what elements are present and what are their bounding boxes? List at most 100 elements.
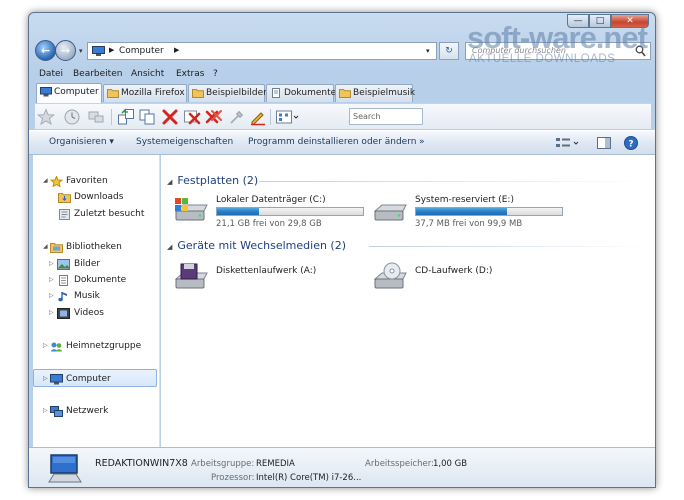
menu-datei[interactable]: Datei xyxy=(39,69,63,79)
properties-icon[interactable] xyxy=(228,108,246,126)
menu-ansicht[interactable]: Ansicht xyxy=(131,69,164,79)
processor-value: Intel(R) Core(TM) i7-26... xyxy=(256,473,362,483)
drive-free-space: 21,1 GB frei von 29,8 GB xyxy=(216,219,322,229)
nav-label: Zuletzt besucht xyxy=(74,209,145,219)
back-button[interactable]: ← xyxy=(35,40,56,61)
close-button[interactable]: ✕ xyxy=(611,14,649,28)
collapse-icon[interactable]: ◢ xyxy=(167,243,172,251)
menu-extras[interactable]: Extras xyxy=(176,69,204,79)
group-divider xyxy=(369,246,649,247)
forward-button[interactable]: → xyxy=(55,40,76,61)
nav-videos[interactable]: ▷ Videos xyxy=(33,304,160,322)
system-properties-button[interactable]: Systemeigenschaften xyxy=(136,137,233,147)
drive-name: CD-Laufwerk (D:) xyxy=(415,266,493,276)
nav-libraries[interactable]: ◢ Bibliotheken xyxy=(33,238,160,256)
expand-icon[interactable]: ▷ xyxy=(49,287,54,305)
expand-icon[interactable]: ▷ xyxy=(43,402,48,420)
expand-icon[interactable]: ▷ xyxy=(49,304,54,322)
tab-computer[interactable]: Computer xyxy=(36,83,102,103)
minimize-button[interactable]: — xyxy=(567,14,589,28)
nav-homegroup[interactable]: ▷ Heimnetzgruppe xyxy=(33,337,160,355)
toolbar-search-input[interactable]: Search xyxy=(349,108,423,125)
nav-label: Musik xyxy=(74,291,100,301)
drive-c[interactable]: Lokaler Datenträger (C:) 21,1 GB frei vo… xyxy=(173,193,373,233)
uninstall-program-button[interactable]: Programm deinstallieren oder ändern xyxy=(248,137,416,147)
pictures-icon xyxy=(57,259,70,270)
more-commands-button[interactable]: » xyxy=(419,137,425,147)
explorer-window: — □ ✕ ← → ▾ ▶ Computer ▶ ▾ ↻ Computer du… xyxy=(28,12,656,488)
change-view-icon[interactable] xyxy=(554,135,580,151)
navigation-row: ← → ▾ ▶ Computer ▶ ▾ ↻ Computer durchsuc… xyxy=(35,39,651,63)
drive-d[interactable]: CD-Laufwerk (D:) xyxy=(372,259,572,299)
tab-mozilla-firefox[interactable]: Mozilla Firefox xyxy=(103,84,187,102)
group-title: Geräte mit Wechselmedien (2) xyxy=(177,239,347,252)
downloads-folder-icon xyxy=(58,193,71,203)
content-pane: ◢ Festplatten (2) Lokaler Datenträger (C:… xyxy=(161,155,655,447)
tab-dokumente[interactable]: Dokumente xyxy=(266,84,336,102)
tab-beispielmusik[interactable]: Beispielmusik xyxy=(335,84,416,102)
workgroup-label: Arbeitsgruppe: xyxy=(191,459,255,469)
folder-icon xyxy=(107,89,119,98)
command-bar: Organisieren ▾ Systemeigenschaften Progr… xyxy=(29,130,655,155)
nav-recent[interactable]: Zuletzt besucht xyxy=(33,205,160,223)
drive-name: System-reserviert (E:) xyxy=(415,195,514,205)
view-mode-icon[interactable] xyxy=(275,108,299,126)
drive-e[interactable]: System-reserviert (E:) 37,7 MB frei von … xyxy=(372,193,572,233)
clock-icon[interactable] xyxy=(63,108,81,126)
group-removable[interactable]: ◢ Geräte mit Wechselmedien (2) xyxy=(167,239,346,252)
group-hard-disks[interactable]: ◢ Festplatten (2) xyxy=(167,174,258,187)
menu-help[interactable]: ? xyxy=(213,69,218,79)
workgroup-value: REMEDIA xyxy=(256,459,295,469)
navigation-pane: ◢ Favoriten Downloads Zuletzt besucht ◢ … xyxy=(33,155,160,447)
address-chevron-icon[interactable]: ▶ xyxy=(109,46,114,54)
address-bar[interactable]: ▶ Computer ▶ ▾ xyxy=(87,42,437,60)
preview-pane-icon[interactable] xyxy=(596,135,612,151)
folder-icon xyxy=(339,89,351,98)
memory-label: Arbeitsspeicher: xyxy=(365,459,434,469)
history-dropdown-icon[interactable]: ▾ xyxy=(79,47,83,55)
nav-computer[interactable]: ▷ Computer xyxy=(33,369,157,387)
menu-bearbeiten[interactable]: Bearbeiten xyxy=(73,69,122,79)
delete-multiple-icon[interactable] xyxy=(205,108,223,126)
move-icon[interactable] xyxy=(117,108,135,126)
network-icon[interactable] xyxy=(87,108,105,126)
nav-label: Videos xyxy=(74,308,104,318)
search-input[interactable]: Computer durchsuchen xyxy=(465,42,651,60)
edit-icon[interactable] xyxy=(249,108,267,126)
tab-label: Beispielmusik xyxy=(353,88,416,98)
address-dropdown-icon[interactable]: ▾ xyxy=(426,47,430,55)
delete-file-icon[interactable] xyxy=(183,108,201,126)
tab-beispielbilder[interactable]: Beispielbilder xyxy=(188,84,267,102)
expand-icon[interactable]: ▷ xyxy=(43,370,48,388)
details-pane: REDAKTIONWIN7X8 Arbeitsgruppe: REMEDIA A… xyxy=(29,447,655,487)
search-icon[interactable] xyxy=(635,45,646,57)
computer-icon xyxy=(50,374,63,385)
maximize-button[interactable]: □ xyxy=(589,14,611,28)
organize-button[interactable]: Organisieren ▾ xyxy=(49,137,114,147)
help-icon[interactable]: ? xyxy=(623,135,639,151)
drive-a[interactable]: Diskettenlaufwerk (A:) xyxy=(173,259,373,299)
computer-icon xyxy=(48,454,82,483)
toolbar-separator xyxy=(111,109,112,125)
music-icon xyxy=(58,292,67,302)
address-segment-computer[interactable]: Computer xyxy=(119,46,164,56)
star-icon xyxy=(50,176,63,187)
floppy-drive-icon xyxy=(174,263,208,289)
document-icon xyxy=(272,88,280,98)
copy-icon[interactable] xyxy=(138,108,156,126)
address-chevron-icon[interactable]: ▶ xyxy=(174,46,179,54)
nav-music[interactable]: ▷ Musik xyxy=(33,287,160,305)
collapse-icon[interactable]: ◢ xyxy=(167,178,172,186)
star-icon[interactable] xyxy=(37,108,55,126)
expand-icon[interactable]: ▷ xyxy=(43,337,48,355)
refresh-button[interactable]: ↻ xyxy=(439,42,459,60)
drive-usage-fill xyxy=(416,208,507,215)
delete-icon[interactable] xyxy=(161,108,179,126)
network-icon xyxy=(50,406,63,417)
collapse-icon[interactable]: ◢ xyxy=(43,238,48,256)
drive-usage-bar xyxy=(216,207,364,216)
tab-bar: Computer Mozilla Firefox Beispielbilder … xyxy=(35,83,651,103)
nav-network[interactable]: ▷ Netzwerk xyxy=(33,402,160,420)
search-placeholder: Computer durchsuchen xyxy=(472,46,566,55)
nav-downloads[interactable]: Downloads xyxy=(33,188,160,206)
